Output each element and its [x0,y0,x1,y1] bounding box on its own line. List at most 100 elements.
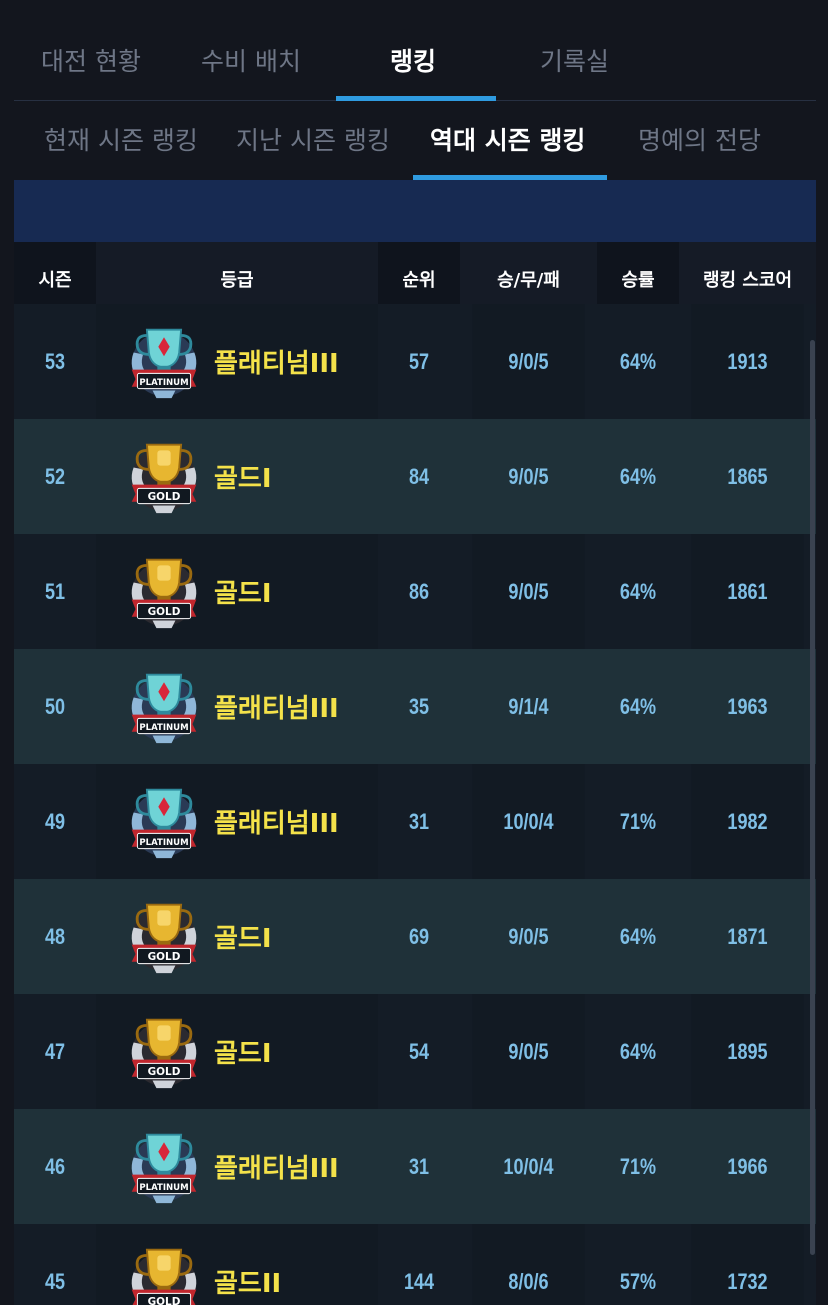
table-row[interactable]: 49 PLATINUM 플래티넘III 31 10/0/4 71% 1982 [14,764,816,879]
svg-text:GOLD: GOLD [148,950,181,962]
win-rate-value: 71% [619,1153,657,1179]
grade-cell: GOLD 골드I [96,879,378,994]
rank-value: 57 [408,348,430,374]
svg-text:PLATINUM: PLATINUM [139,377,188,387]
table-body: 53 PLATINUM 플래티넘III 57 9/0/5 64% 1913 52 [14,304,816,1305]
tab-last-season-ranking[interactable]: 지난 시즌 랭킹 [236,121,390,157]
grade-cell: PLATINUM 플래티넘III [96,764,378,879]
win-draw-loss-value: 9/0/5 [472,994,585,1109]
tab-hall-of-fame[interactable]: 명예의 전당 [638,121,761,157]
rank-value: 144 [403,1268,435,1294]
platinum-tier-badge-icon: PLATINUM [131,328,197,398]
grade-cell: GOLD 골드I [96,419,378,534]
platinum-tier-badge-icon: PLATINUM [131,788,197,858]
win-rate-value: 64% [619,693,657,719]
win-rate-value: 64% [619,578,657,604]
grade-cell: PLATINUM 플래티넘III [96,1109,378,1224]
tab-records[interactable]: 기록실 [540,42,609,78]
platinum-tier-badge-icon: PLATINUM [131,673,197,743]
season-number: 48 [44,923,66,949]
grade-name: 플래티넘III [214,349,339,379]
gold-tier-badge-icon: GOLD [131,1018,197,1088]
grade-name: 플래티넘III [214,1154,339,1184]
season-number: 52 [44,463,66,489]
ranking-score-value: 1865 [727,463,768,489]
win-draw-loss-value: 9/0/5 [472,304,585,419]
ranking-score-value: 1963 [727,693,768,719]
gold-tier-badge-icon: GOLD [131,1248,197,1305]
win-draw-loss-value: 9/1/4 [508,693,549,719]
rank-value: 54 [408,1038,430,1064]
grade-name: 골드I [214,1039,272,1069]
scrollbar[interactable] [810,340,815,1255]
season-number: 49 [44,808,66,834]
grade-cell: GOLD 골드II [96,1224,378,1305]
ranking-score-value: 1895 [691,994,804,1109]
ranking-history-table: 시즌 등급 순위 승/무/패 승률 랭킹 스코어 53 PLATINUM 플래티… [14,242,816,1305]
tab-current-season-ranking[interactable]: 현재 시즌 랭킹 [44,121,198,157]
win-draw-loss-value: 8/0/6 [472,1224,585,1305]
svg-text:GOLD: GOLD [148,490,181,502]
win-draw-loss-value: 9/0/5 [472,534,585,649]
ranking-score-value: 1913 [691,304,804,419]
gold-tier-badge-icon: GOLD [131,443,197,513]
season-number: 46 [44,1153,66,1179]
win-rate-value: 64% [619,348,657,374]
rank-value: 35 [408,693,430,719]
platinum-tier-badge-icon: PLATINUM [131,1133,197,1203]
svg-text:PLATINUM: PLATINUM [139,1182,188,1192]
rank-value: 86 [408,578,430,604]
grade-name: 골드II [214,1269,282,1299]
svg-text:GOLD: GOLD [148,1065,181,1077]
season-number: 45 [44,1268,66,1294]
ranking-score-value: 1732 [691,1224,804,1305]
table-row[interactable]: 46 PLATINUM 플래티넘III 31 10/0/4 71% 1966 [14,1109,816,1224]
win-draw-loss-value: 9/0/5 [508,463,549,489]
season-number: 47 [44,1038,66,1064]
table-row[interactable]: 45 GOLD 골드II 144 8/0/6 57% 1732 [14,1224,816,1305]
grade-cell: GOLD 골드I [96,534,378,649]
table-row[interactable]: 50 PLATINUM 플래티넘III 35 9/1/4 64% 1963 [14,649,816,764]
season-number: 50 [44,693,66,719]
win-draw-loss-value: 9/0/5 [508,923,549,949]
tab-ranking[interactable]: 랭킹 [390,42,436,78]
ranking-score-value: 1982 [691,764,804,879]
win-draw-loss-value: 10/0/4 [503,1153,554,1179]
sub-tab-bar: 현재 시즌 랭킹 지난 시즌 랭킹 역대 시즌 랭킹 명예의 전당 [14,101,816,180]
win-rate-value: 57% [619,1268,657,1294]
table-row[interactable]: 52 GOLD 골드I 84 9/0/5 64% 1865 [14,419,816,534]
table-row[interactable]: 53 PLATINUM 플래티넘III 57 9/0/5 64% 1913 [14,304,816,419]
win-rate-value: 64% [619,1038,657,1064]
win-rate-value: 71% [619,808,657,834]
rank-value: 31 [408,1153,430,1179]
grade-cell: GOLD 골드I [96,994,378,1109]
grade-cell: PLATINUM 플래티넘III [96,304,378,419]
table-row[interactable]: 48 GOLD 골드I 69 9/0/5 64% 1871 [14,879,816,994]
grade-cell: PLATINUM 플래티넘III [96,649,378,764]
season-number: 51 [44,578,66,604]
ranking-score-value: 1861 [691,534,804,649]
table-row[interactable]: 47 GOLD 골드I 54 9/0/5 64% 1895 [14,994,816,1109]
table-row[interactable]: 51 GOLD 골드I 86 9/0/5 64% 1861 [14,534,816,649]
grade-name: 골드I [214,579,272,609]
svg-text:GOLD: GOLD [148,1295,181,1305]
section-banner [14,180,816,242]
rank-value: 84 [408,463,430,489]
rank-value: 31 [408,808,430,834]
svg-text:PLATINUM: PLATINUM [139,837,188,847]
tab-battle-status[interactable]: 대전 현황 [41,42,141,78]
main-tab-bar: 대전 현황 수비 배치 랭킹 기록실 [14,0,816,101]
gold-tier-badge-icon: GOLD [131,558,197,628]
grade-name: 플래티넘III [214,809,339,839]
win-draw-loss-value: 10/0/4 [472,764,585,879]
ranking-score-value: 1871 [727,923,768,949]
tab-all-seasons-ranking[interactable]: 역대 시즌 랭킹 [430,121,585,157]
ranking-score-value: 1966 [727,1153,768,1179]
grade-name: 골드I [214,924,272,954]
grade-name: 골드I [214,464,272,494]
grade-name: 플래티넘III [214,694,339,724]
gold-tier-badge-icon: GOLD [131,903,197,973]
rank-value: 69 [408,923,430,949]
tab-defense-setup[interactable]: 수비 배치 [201,42,301,78]
win-rate-value: 64% [619,923,657,949]
